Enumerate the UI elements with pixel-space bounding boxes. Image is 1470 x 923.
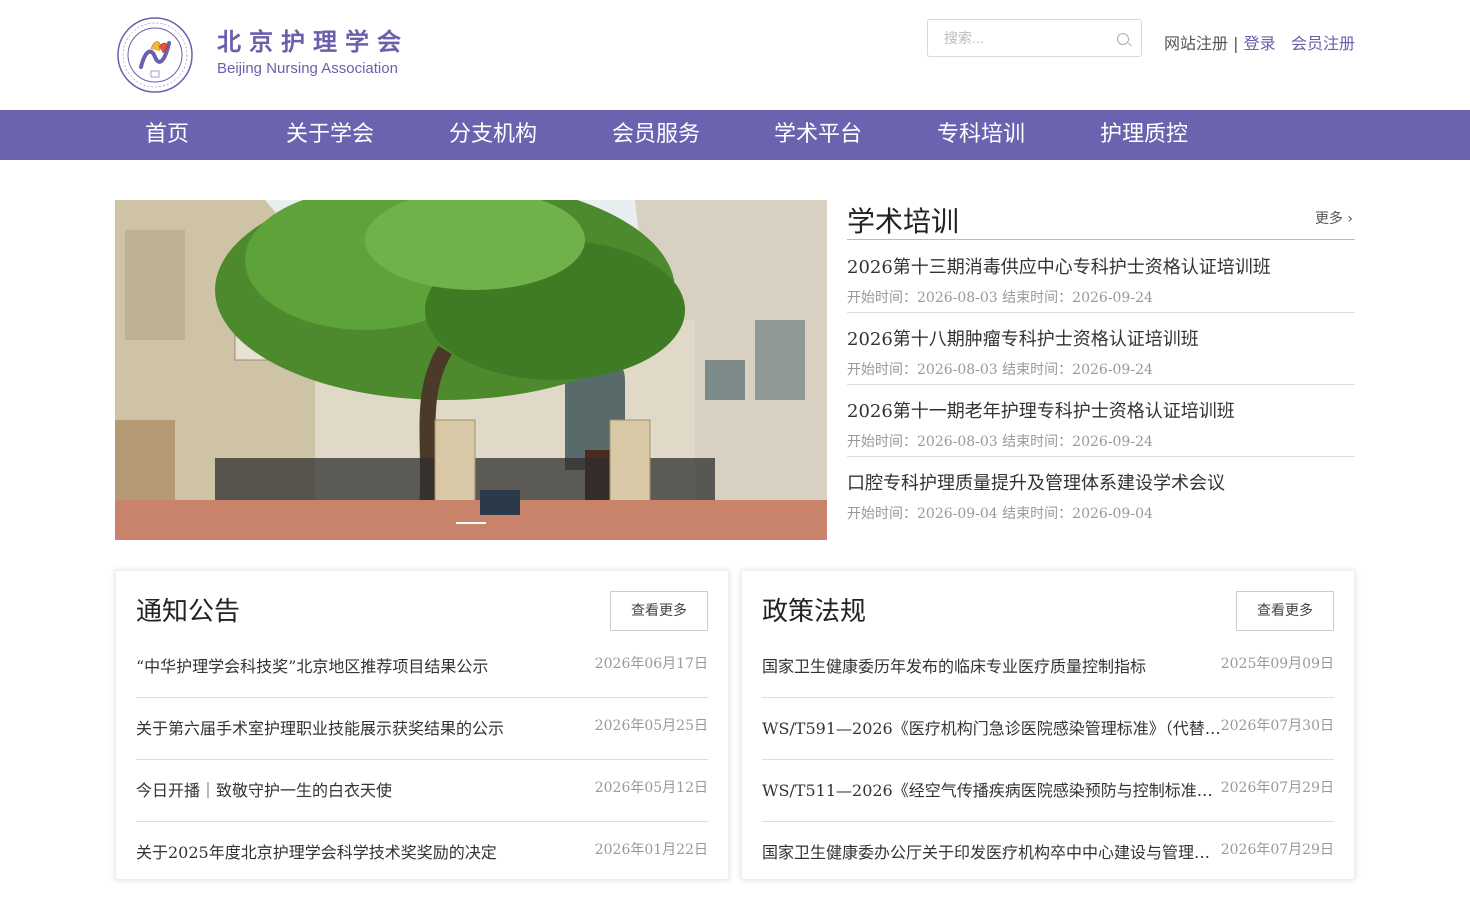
list-item[interactable]: WS/T591—2026《医疗机构门急诊医院感染管理标准》（代替… 2026年0… bbox=[762, 697, 1334, 760]
list-item[interactable]: 关于2025年度北京护理学会科学技术奖奖励的决定 2026年01月22日 bbox=[136, 821, 708, 883]
news-title[interactable]: WS/T511—2026《经空气传播疾病医院感染预防与控制标准》… bbox=[762, 777, 1224, 801]
news-title[interactable]: 今日开播｜致敬守护一生的白衣天使 bbox=[136, 777, 598, 801]
training-title[interactable]: 2026第十八期肿瘤专科护士资格认证培训班 bbox=[847, 325, 1199, 351]
training-title[interactable]: 2026第十三期消毒供应中心专科护士资格认证培训班 bbox=[847, 253, 1271, 279]
search-box bbox=[927, 19, 1142, 57]
training-title[interactable]: 口腔专科护理质量提升及管理体系建设学术会议 bbox=[847, 469, 1225, 495]
view-more-button[interactable]: 查看更多 bbox=[610, 591, 708, 631]
training-item[interactable]: 2026第十八期肿瘤专科护士资格认证培训班 开始时间：2026-08-03 结束… bbox=[847, 312, 1355, 385]
nav-item-about[interactable]: 关于学会 bbox=[286, 110, 374, 160]
notices-card: 通知公告 查看更多 “中华护理学会科技奖”北京地区推荐项目结果公示 2026年0… bbox=[115, 570, 729, 880]
card-title: 政策法规 bbox=[762, 597, 867, 627]
news-date: 2025年09月09日 bbox=[1220, 656, 1334, 672]
list-item[interactable]: 国家卫生健康委历年发布的临床专业医疗质量控制指标 2025年09月09日 bbox=[762, 635, 1334, 698]
auth-links: 网站注册 | 登录 bbox=[1164, 30, 1276, 54]
policies-card: 政策法规 查看更多 国家卫生健康委历年发布的临床专业医疗质量控制指标 2025年… bbox=[741, 570, 1355, 880]
news-date: 2026年05月12日 bbox=[594, 780, 708, 796]
news-date: 2026年07月30日 bbox=[1220, 718, 1334, 734]
news-title[interactable]: “中华护理学会科技奖”北京地区推荐项目结果公示 bbox=[136, 653, 598, 677]
news-title[interactable]: 国家卫生健康委历年发布的临床专业医疗质量控制指标 bbox=[762, 653, 1224, 677]
link-separator: | bbox=[1233, 34, 1239, 53]
nav-item-branches[interactable]: 分支机构 bbox=[449, 110, 537, 160]
news-date: 2026年06月17日 bbox=[594, 656, 708, 672]
news-date: 2026年07月29日 bbox=[1220, 842, 1334, 858]
search-icon[interactable] bbox=[1117, 33, 1129, 45]
more-label: 更多 bbox=[1314, 211, 1343, 227]
training-time: 开始时间：2026-09-04 结束时间：2026-09-04 bbox=[847, 506, 1153, 522]
list-item[interactable]: 今日开播｜致敬守护一生的白衣天使 2026年05月12日 bbox=[136, 759, 708, 822]
list-item[interactable]: “中华护理学会科技奖”北京地区推荐项目结果公示 2026年06月17日 bbox=[136, 635, 708, 698]
nav-item-home[interactable]: 首页 bbox=[145, 110, 189, 160]
nav-item-quality-control[interactable]: 护理质控 bbox=[1100, 110, 1188, 160]
training-item[interactable]: 2026第十三期消毒供应中心专科护士资格认证培训班 开始时间：2026-08-0… bbox=[847, 240, 1355, 313]
news-date: 2026年05月25日 bbox=[594, 718, 708, 734]
news-title[interactable]: 关于2025年度北京护理学会科学技术奖奖励的决定 bbox=[136, 839, 598, 863]
training-time: 开始时间：2026-08-03 结束时间：2026-09-24 bbox=[847, 434, 1153, 450]
nav-item-specialty-training[interactable]: 专科培训 bbox=[937, 110, 1025, 160]
brand-name-cn[interactable]: 北京护理学会 bbox=[217, 22, 409, 57]
news-date: 2026年07月29日 bbox=[1220, 780, 1334, 796]
site-header: 北京护理学会 Beijing Nursing Association 网站注册 … bbox=[0, 0, 1470, 110]
search-input[interactable] bbox=[942, 29, 1116, 47]
training-item[interactable]: 2026第十一期老年护理专科护士资格认证培训班 开始时间：2026-08-03 … bbox=[847, 384, 1355, 457]
training-time: 开始时间：2026-08-03 结束时间：2026-09-24 bbox=[847, 290, 1153, 306]
card-title: 通知公告 bbox=[136, 597, 241, 627]
login-link[interactable]: 登录 bbox=[1244, 34, 1276, 53]
list-item[interactable]: 国家卫生健康委办公厅关于印发医疗机构卒中中心建设与管理… 2026年07月29日 bbox=[762, 821, 1334, 883]
training-time: 开始时间：2026-08-03 结束时间：2026-09-24 bbox=[847, 362, 1153, 378]
brand-name-en[interactable]: Beijing Nursing Association bbox=[217, 60, 398, 77]
training-title[interactable]: 2026第十一期老年护理专科护士资格认证培训班 bbox=[847, 397, 1235, 423]
site-register-link[interactable]: 网站注册 bbox=[1164, 34, 1228, 53]
news-date: 2026年01月22日 bbox=[594, 842, 708, 858]
list-item[interactable]: 关于第六届手术室护理职业技能展示获奖结果的公示 2026年05月25日 bbox=[136, 697, 708, 760]
main-nav: 首页 关于学会 分支机构 会员服务 学术平台 专科培训 护理质控 bbox=[0, 110, 1470, 160]
news-title[interactable]: 国家卫生健康委办公厅关于印发医疗机构卒中中心建设与管理… bbox=[762, 839, 1224, 863]
news-title[interactable]: WS/T591—2026《医疗机构门急诊医院感染管理标准》（代替… bbox=[762, 715, 1224, 739]
more-link[interactable]: 更多 › bbox=[1315, 208, 1353, 228]
banner-carousel[interactable] bbox=[115, 200, 827, 540]
training-item[interactable]: 口腔专科护理质量提升及管理体系建设学术会议 开始时间：2026-09-04 结束… bbox=[847, 456, 1355, 528]
chevron-right-icon: › bbox=[1347, 211, 1353, 227]
nav-item-academic[interactable]: 学术平台 bbox=[774, 110, 862, 160]
view-more-button[interactable]: 查看更多 bbox=[1236, 591, 1334, 631]
list-item[interactable]: WS/T511—2026《经空气传播疾病医院感染预防与控制标准》… 2026年0… bbox=[762, 759, 1334, 822]
member-register-link[interactable]: 会员注册 bbox=[1291, 30, 1355, 54]
association-logo[interactable] bbox=[117, 17, 193, 93]
banner-image bbox=[115, 200, 827, 540]
news-title[interactable]: 关于第六届手术室护理职业技能展示获奖结果的公示 bbox=[136, 715, 598, 739]
carousel-indicator[interactable] bbox=[456, 522, 486, 524]
section-title: 学术培训 bbox=[847, 205, 960, 238]
nav-item-member-services[interactable]: 会员服务 bbox=[612, 110, 700, 160]
